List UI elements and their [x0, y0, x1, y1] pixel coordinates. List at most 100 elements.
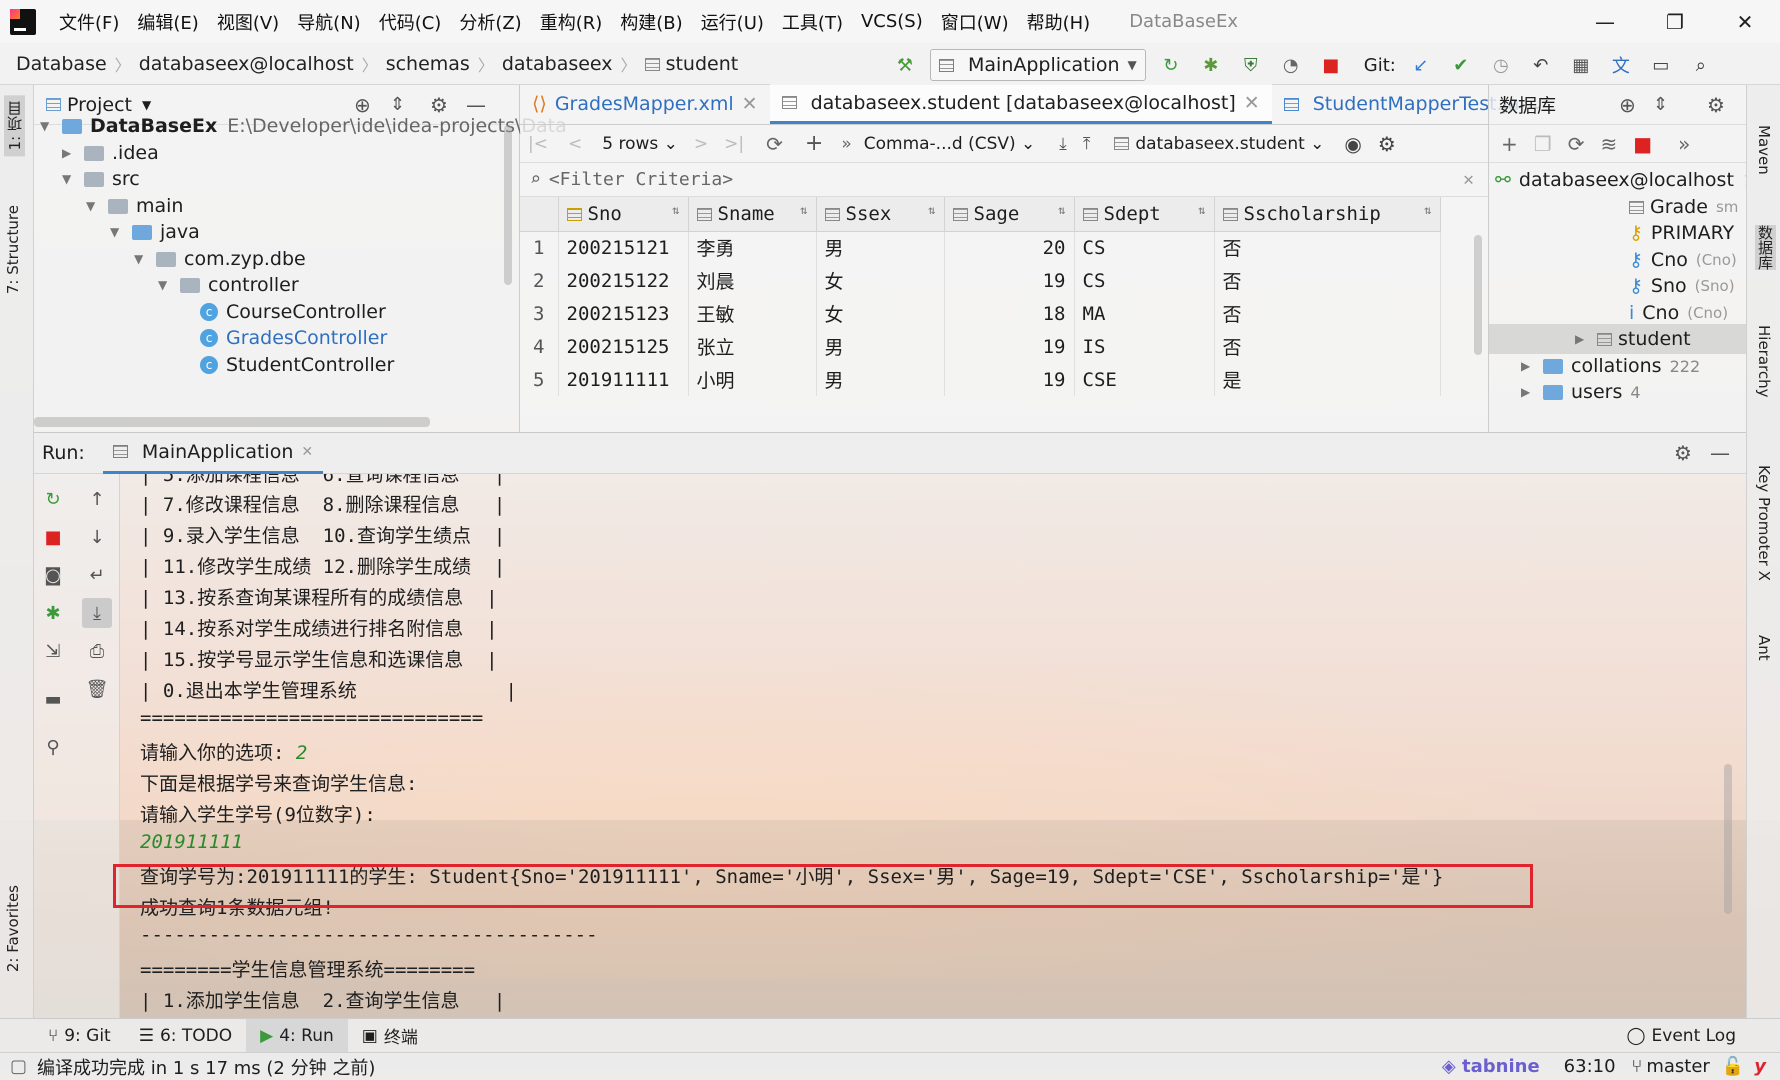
- download-icon[interactable]: ⤓: [1059, 134, 1067, 154]
- event-log-button[interactable]: ◯ Event Log: [1613, 1019, 1751, 1053]
- close-tab-icon[interactable]: ✕: [742, 93, 758, 115]
- table-cell[interactable]: 男: [816, 330, 945, 363]
- table-cell[interactable]: MA: [1074, 297, 1215, 330]
- lock-icon[interactable]: 🔓: [1722, 1056, 1744, 1077]
- table-cell[interactable]: CS: [1074, 264, 1215, 297]
- bottom-tab-terminal[interactable]: ▣ 终端: [348, 1019, 432, 1053]
- close-window-icon[interactable]: ✕: [1710, 0, 1780, 43]
- caret-position[interactable]: 63:10: [1564, 1056, 1616, 1077]
- run-tab-main-application[interactable]: MainApplication ✕: [102, 432, 324, 474]
- table-ref-select[interactable]: databaseex.student ⌄: [1114, 134, 1324, 154]
- menu-run[interactable]: 运行(U): [692, 9, 773, 35]
- menu-code[interactable]: 代码(C): [370, 9, 451, 35]
- scroll-up-icon[interactable]: ↑: [82, 484, 112, 514]
- table-cell[interactable]: 200215125: [558, 330, 689, 363]
- table-cell[interactable]: 刘晨: [688, 264, 817, 297]
- menu-view[interactable]: 视图(V): [208, 9, 288, 35]
- more-icon[interactable]: »: [1678, 132, 1690, 156]
- breadcrumb-database[interactable]: Database: [0, 53, 115, 75]
- menu-help[interactable]: 帮助(H): [1018, 9, 1100, 35]
- project-structure-icon[interactable]: ▦: [1566, 50, 1596, 80]
- breadcrumb-schemas[interactable]: schemas: [378, 53, 478, 75]
- more-icon[interactable]: »: [841, 134, 851, 154]
- tool-tab-maven[interactable]: Maven: [1755, 125, 1773, 175]
- table-cell[interactable]: 男: [816, 231, 945, 264]
- tab-grades-mapper[interactable]: ⟨⟩ GradesMapper.xml ✕: [520, 84, 770, 124]
- translate-icon[interactable]: 文: [1606, 50, 1636, 80]
- stop-icon[interactable]: ■: [1316, 50, 1346, 80]
- menu-refactor[interactable]: 重构(R): [531, 9, 612, 35]
- upload-icon[interactable]: ⤒: [1083, 134, 1091, 154]
- table-cell[interactable]: 否: [1214, 264, 1441, 297]
- git-update-icon[interactable]: ↙: [1406, 50, 1436, 80]
- layout-icon[interactable]: ▬: [38, 684, 68, 714]
- bottom-tab-git[interactable]: ⑂ 9: Git: [34, 1019, 125, 1053]
- add-datasource-icon[interactable]: +: [1501, 132, 1518, 156]
- menu-edit[interactable]: 编辑(E): [128, 9, 207, 35]
- add-row-icon[interactable]: +: [805, 131, 823, 156]
- column-header-ssex[interactable]: Ssex ⇅: [816, 197, 945, 232]
- table-cell[interactable]: IS: [1074, 330, 1215, 363]
- git-history-icon[interactable]: ◷: [1486, 50, 1516, 80]
- rows-count-select[interactable]: 5 rows ⌄: [602, 134, 678, 154]
- bottom-tab-todo[interactable]: ☰ 6: TODO: [125, 1019, 246, 1053]
- close-tab-icon[interactable]: ✕: [301, 444, 313, 460]
- tabnine-logo-icon[interactable]: ◈ tabnine: [1442, 1056, 1540, 1077]
- build-hammer-icon[interactable]: ⚒: [890, 50, 920, 80]
- column-header-sage[interactable]: Sage ⇅: [944, 197, 1075, 232]
- search-icon[interactable]: ⌕: [1686, 50, 1716, 80]
- table-row[interactable]: 5 201911111 小明男 19 CSE 是: [520, 363, 1441, 396]
- pin-icon[interactable]: ⚲: [38, 732, 68, 762]
- close-tab-icon[interactable]: ✕: [1244, 92, 1260, 114]
- git-commit-icon[interactable]: ✔: [1446, 50, 1476, 80]
- tool-tab-favorites[interactable]: 2: Favorites: [4, 885, 22, 972]
- tree-class-student[interactable]: c StudentController: [200, 350, 394, 380]
- soft-wrap-icon[interactable]: ↵: [82, 560, 112, 590]
- toggle-panels-icon[interactable]: ▢: [10, 1056, 27, 1077]
- project-hscrollbar[interactable]: [34, 417, 430, 427]
- grid-settings-gear-icon[interactable]: ⚙: [1378, 132, 1396, 156]
- next-page-icon[interactable]: >: [694, 134, 708, 154]
- table-cell[interactable]: CS: [1074, 231, 1215, 264]
- git-branch[interactable]: master: [1646, 1056, 1709, 1077]
- collapse-icon[interactable]: ⇕: [1653, 94, 1668, 115]
- tree-node-src[interactable]: ▼ src: [62, 164, 140, 194]
- stop-icon[interactable]: ■: [38, 522, 68, 552]
- table-cell[interactable]: 李勇: [688, 231, 817, 264]
- sort-icon[interactable]: ⇅: [800, 203, 807, 217]
- table-cell[interactable]: 19: [944, 330, 1075, 363]
- debug-icon[interactable]: ✱: [38, 598, 68, 628]
- refresh-icon[interactable]: ⟳: [766, 132, 783, 156]
- breadcrumb-connection[interactable]: databaseex@localhost: [131, 53, 362, 75]
- menu-window[interactable]: 窗口(W): [932, 9, 1018, 35]
- table-cell[interactable]: 200215122: [558, 264, 689, 297]
- table-cell[interactable]: 女: [816, 297, 945, 330]
- menu-tools[interactable]: 工具(T): [773, 9, 852, 35]
- column-header-sname[interactable]: Sname ⇅: [688, 197, 817, 232]
- project-scrollbar[interactable]: [504, 125, 512, 285]
- hide-panel-icon[interactable]: —: [1710, 441, 1730, 465]
- view-eye-icon[interactable]: ◉: [1344, 132, 1361, 156]
- trash-icon[interactable]: 🗑: [82, 674, 112, 704]
- sort-icon[interactable]: ⇅: [1424, 203, 1431, 217]
- table-row[interactable]: 1 200215121 李勇男 20 CS 否: [520, 231, 1441, 264]
- table-cell[interactable]: CSE: [1074, 363, 1215, 396]
- console-scrollbar[interactable]: [1724, 764, 1732, 914]
- copy-icon[interactable]: ❐: [1534, 132, 1552, 156]
- tool-tab-key-promoter[interactable]: Key Promoter X: [1755, 465, 1773, 581]
- breadcrumb-schema[interactable]: databaseex: [494, 53, 621, 75]
- menu-analyze[interactable]: 分析(Z): [450, 9, 530, 35]
- clear-filter-icon[interactable]: ✕: [1463, 169, 1474, 190]
- restore-icon[interactable]: ❐: [1640, 0, 1710, 43]
- bottom-tab-run[interactable]: ▶ 4: Run: [246, 1018, 348, 1053]
- run-configuration-select[interactable]: MainApplication ▼: [930, 49, 1146, 81]
- column-header-sno[interactable]: Sno ⇅: [558, 197, 689, 232]
- db-node-student[interactable]: ▶ student: [1489, 324, 1746, 354]
- table-cell[interactable]: 20: [944, 231, 1075, 264]
- sort-icon[interactable]: ⇅: [1198, 203, 1205, 217]
- filter-bar[interactable]: ⌕ <Filter Criteria> ✕: [520, 163, 1488, 197]
- restore-layout-icon[interactable]: ⇲: [38, 636, 68, 666]
- table-cell[interactable]: 19: [944, 264, 1075, 297]
- column-header-sscholarship[interactable]: Sscholarship ⇅: [1214, 197, 1441, 232]
- camera-icon[interactable]: ◙: [38, 560, 68, 590]
